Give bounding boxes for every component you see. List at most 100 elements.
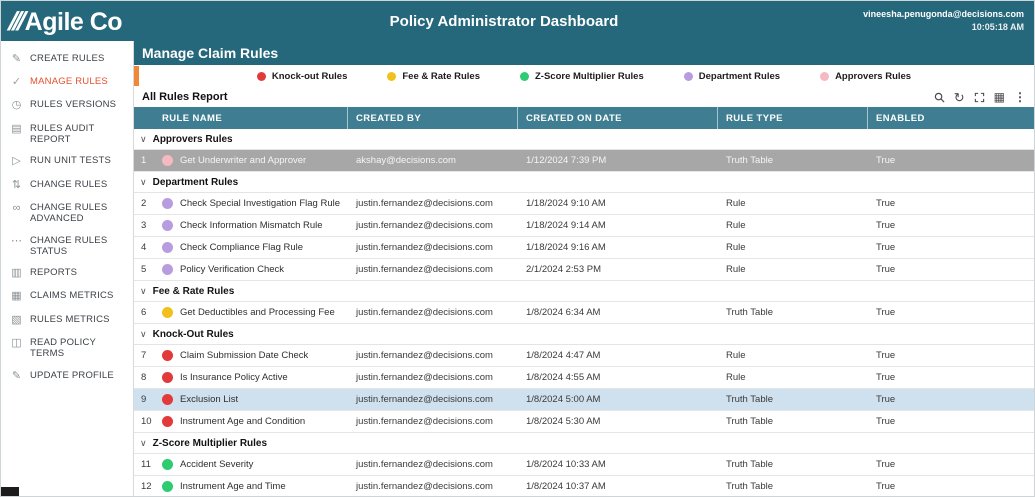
expand-icon[interactable]: [974, 92, 985, 103]
created-by-cell: justin.fernandez@decisions.com: [348, 456, 518, 473]
sidebar-item-rules-metrics[interactable]: ▧RULES METRICS: [1, 309, 133, 332]
sidebar-item-rules-versions[interactable]: ◷RULES VERSIONS: [1, 94, 133, 117]
sidebar-item-claims-metrics[interactable]: ▦CLAIMS METRICS: [1, 285, 133, 308]
sidebar-item-manage-rules[interactable]: ✓ MANAGE RULES: [1, 71, 133, 94]
kebab-menu-icon[interactable]: ⋮: [1014, 91, 1026, 103]
sidebar-item-change-rules-advanced[interactable]: ∞ CHANGE RULES ADVANCED: [1, 197, 133, 230]
rule-name: Check Information Mismatch Rule: [180, 220, 323, 231]
sidebar-item-label: CREATE RULES: [30, 53, 105, 64]
rule-name-cell: Instrument Age and Time: [160, 478, 348, 495]
group-label: Department Rules: [153, 177, 239, 188]
group-header-knock-out-rules[interactable]: ∨Knock-Out Rules: [134, 324, 1034, 345]
created-by-cell: justin.fernandez@decisions.com: [348, 195, 518, 212]
sidebar-item-read-policy-terms[interactable]: ◫READ POLICY TERMS: [1, 332, 133, 365]
rule-name-cell: Instrument Age and Condition: [160, 413, 348, 430]
group-header-department-rules[interactable]: ∨Department Rules: [134, 172, 1034, 193]
report-toolbar: ↻ ▦ ⋮: [934, 91, 1026, 104]
row-number: 3: [134, 217, 160, 234]
group-header-approvers-rules[interactable]: ∨ Approvers Rules: [134, 129, 1034, 150]
table-row-rule-2[interactable]: 2Check Special Investigation Flag Ruleju…: [134, 193, 1034, 215]
table-row-rule-3[interactable]: 3Check Information Mismatch Rulejustin.f…: [134, 215, 1034, 237]
sidebar-item-label: MANAGE RULES: [30, 76, 108, 87]
table-row-rule-5[interactable]: 5Policy Verification Checkjustin.fernand…: [134, 259, 1034, 281]
sidebar-item-reports[interactable]: ▥REPORTS: [1, 262, 133, 285]
group-label: Knock-Out Rules: [153, 329, 234, 340]
created-by-cell: justin.fernandez@decisions.com: [348, 413, 518, 430]
row-number: 12: [134, 478, 160, 495]
audit-list-icon: ▤: [10, 123, 23, 136]
created-on-cell: 1/8/2024 10:33 AM: [518, 456, 718, 473]
sidebar-nav: ✎CREATE RULES✓MANAGE RULES◷RULES VERSION…: [1, 41, 134, 497]
column-header-created-by[interactable]: CREATED BY: [348, 107, 518, 129]
enabled-cell: True: [868, 261, 1034, 278]
sidebar-item-change-rules-status[interactable]: ⋯CHANGE RULES STATUS: [1, 230, 133, 263]
table-row-rule-12[interactable]: 12Instrument Age and Timejustin.fernande…: [134, 476, 1034, 497]
column-header-enabled[interactable]: ENABLED: [868, 107, 1034, 129]
rule-category-dot: [162, 350, 173, 361]
row-number: 1: [134, 152, 160, 169]
table-row-rule-4[interactable]: 4Check Compliance Flag Rulejustin.fernan…: [134, 237, 1034, 259]
created-by-cell: akshay@decisions.com: [348, 152, 518, 169]
created-by-cell: justin.fernandez@decisions.com: [348, 369, 518, 386]
sidebar-item-label: REPORTS: [30, 267, 77, 278]
metrics-grid-icon: ▧: [10, 314, 23, 327]
table-row-rule-7[interactable]: 7Claim Submission Date Checkjustin.ferna…: [134, 345, 1034, 367]
rule-name: Check Special Investigation Flag Rule: [180, 198, 340, 209]
legend-label: Fee & Rate Rules: [402, 71, 480, 82]
column-header-rule-name[interactable]: RULE NAME: [134, 107, 348, 129]
sidebar-item-create-rules[interactable]: ✎CREATE RULES: [1, 48, 133, 71]
table-row-rule-1[interactable]: 1Get Underwriter and Approverakshay@deci…: [134, 150, 1034, 172]
sidebar-item-run-unit-tests[interactable]: ▷RUN UNIT TESTS: [1, 150, 133, 173]
sidebar-item-change-rules[interactable]: ⇅CHANGE RULES: [1, 174, 133, 197]
rule-category-dot: [162, 220, 173, 231]
history-icon: ◷: [10, 99, 23, 112]
search-icon[interactable]: [934, 92, 945, 103]
legend-dot: [684, 72, 693, 81]
app-root: /// Agile Co Policy Administrator Dashbo…: [0, 0, 1035, 497]
table-row-rule-11[interactable]: 11Accident Severityjustin.fernandez@deci…: [134, 454, 1034, 476]
table-row-rule-8[interactable]: 8Is Insurance Policy Activejustin.fernan…: [134, 367, 1034, 389]
rule-name: Check Compliance Flag Rule: [180, 242, 303, 253]
check-circle-icon: ✓: [10, 76, 23, 89]
table-row-rule-6[interactable]: 6Get Deductibles and Processing Feejusti…: [134, 302, 1034, 324]
sidebar-item-rules-audit-report[interactable]: ▤RULES AUDIT REPORT: [1, 118, 133, 151]
column-header-rule-type[interactable]: RULE TYPE: [718, 107, 868, 129]
table-row-rule-10[interactable]: 10Instrument Age and Conditionjustin.fer…: [134, 411, 1034, 433]
rule-name-cell: Accident Severity: [160, 456, 348, 473]
legend-dot: [387, 72, 396, 81]
legend-item-knock-out-rules: Knock-out Rules: [257, 71, 347, 82]
rule-category-dot: [162, 459, 173, 470]
sidebar-item-label: CHANGE RULES ADVANCED: [30, 202, 129, 225]
created-by-cell: justin.fernandez@decisions.com: [348, 347, 518, 364]
created-by-cell: justin.fernandez@decisions.com: [348, 478, 518, 495]
report-header: All Rules Report ↻▦⋮: [134, 87, 1034, 107]
sidebar-item-update-profile[interactable]: ✎UPDATE PROFILE: [1, 365, 133, 388]
rule-name-cell: Is Insurance Policy Active: [160, 369, 348, 386]
main-panel: Manage Claim Rules Knock-out RulesFee & …: [134, 41, 1034, 497]
export-icon[interactable]: ▦: [994, 91, 1005, 103]
edit-profile-icon: ✎: [10, 370, 23, 383]
rule-type-cell: Rule: [718, 195, 868, 212]
group-header-fee-rate-rules[interactable]: ∨Fee & Rate Rules: [134, 281, 1034, 302]
rule-type-cell: Truth Table: [718, 456, 868, 473]
table-row-rule-9[interactable]: 9Exclusion Listjustin.fernandez@decision…: [134, 389, 1034, 411]
link-icon: ∞: [10, 202, 23, 215]
created-on-cell: 1/8/2024 10:37 AM: [518, 478, 718, 495]
accent-bar: [134, 66, 139, 86]
refresh-icon[interactable]: ↻: [954, 91, 965, 104]
chevron-down-icon: ∨: [140, 135, 147, 144]
group-label: Approvers Rules: [153, 134, 233, 145]
rule-name: Claim Submission Date Check: [180, 350, 308, 361]
created-on-cell: 1/18/2024 9:10 AM: [518, 195, 718, 212]
bottom-left-artifact: [1, 487, 19, 496]
clock-time: 10:05:18 AM: [844, 21, 1024, 35]
sidebar-item-label: READ POLICY TERMS: [30, 337, 129, 360]
column-header-created-on-date[interactable]: CREATED ON DATE: [518, 107, 718, 129]
group-header-z-score-multiplier-rules[interactable]: ∨Z-Score Multiplier Rules: [134, 433, 1034, 454]
enabled-cell: True: [868, 369, 1034, 386]
rule-type-cell: Rule: [718, 217, 868, 234]
rule-type-cell: Truth Table: [718, 152, 868, 169]
row-number: 9: [134, 391, 160, 408]
legend-dot: [820, 72, 829, 81]
sidebar-item-label: CLAIMS METRICS: [30, 290, 114, 301]
